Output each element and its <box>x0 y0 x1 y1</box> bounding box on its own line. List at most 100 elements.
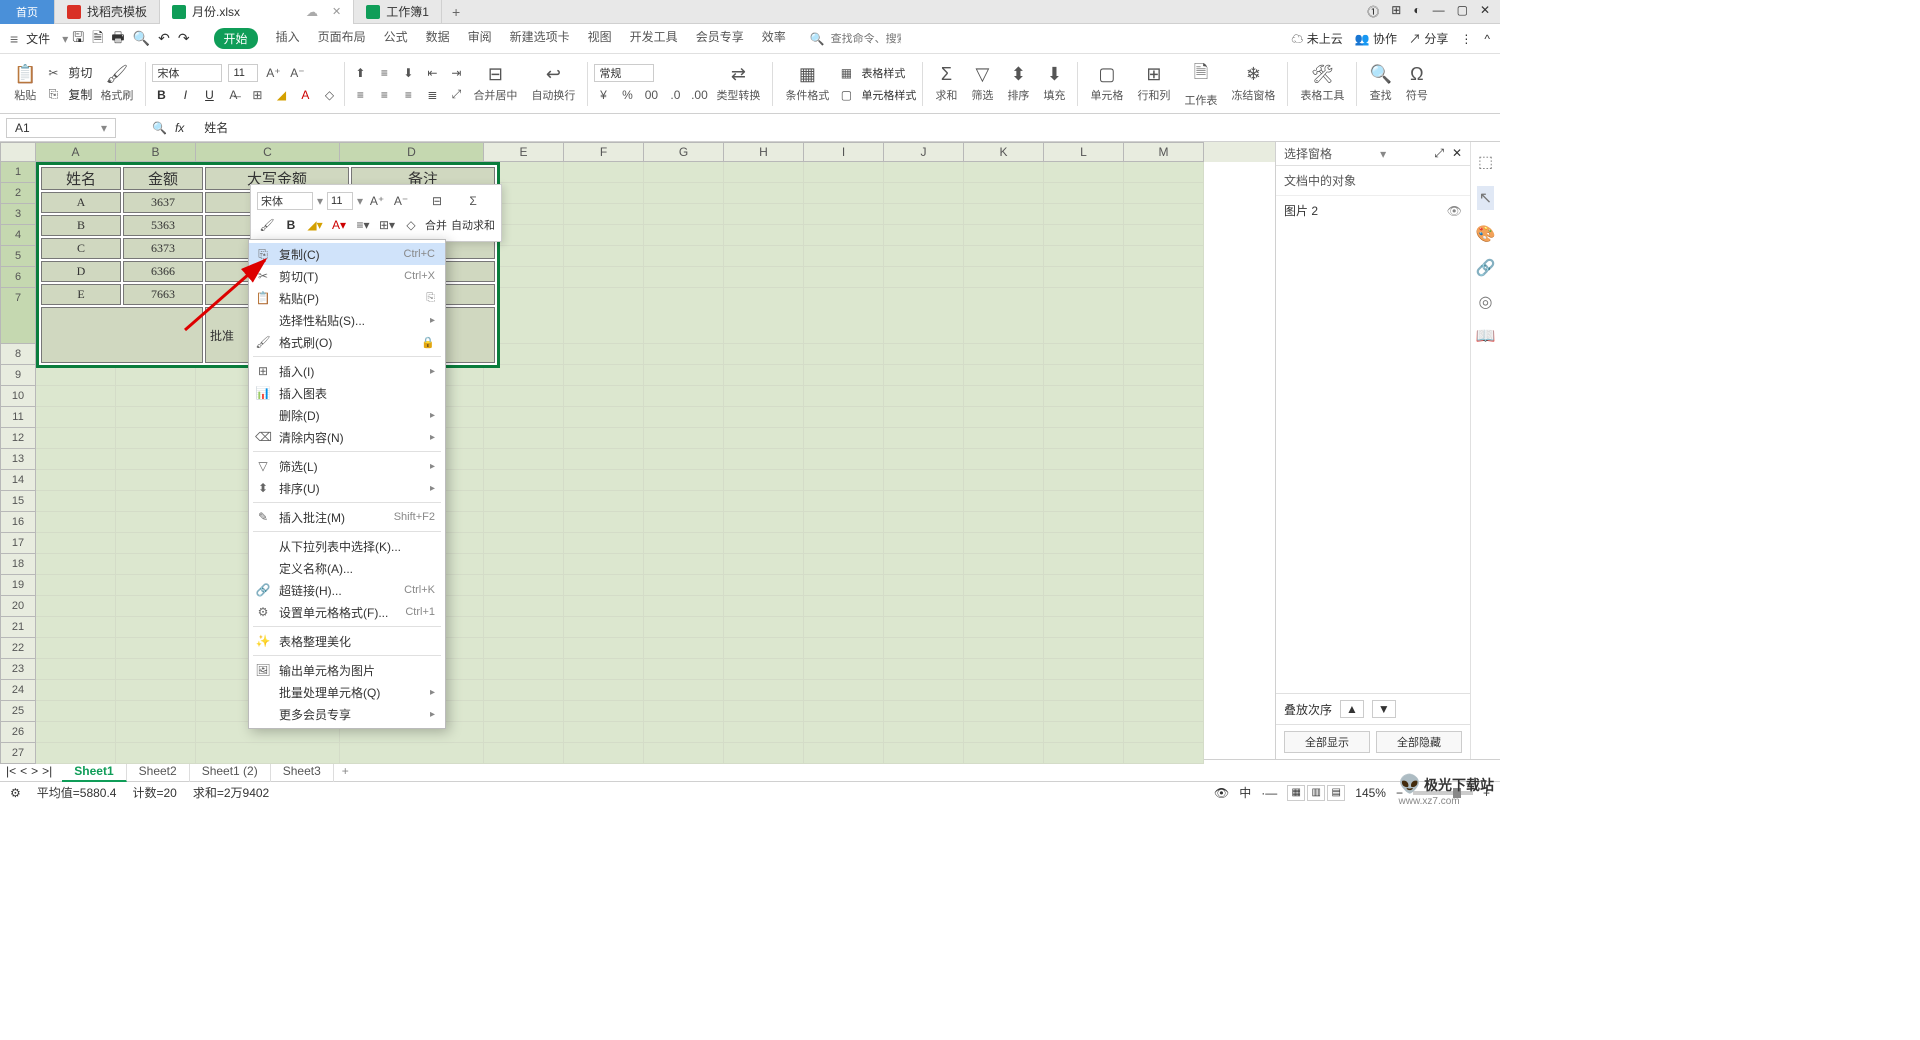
cell[interactable] <box>724 743 804 764</box>
cell[interactable] <box>1044 204 1124 225</box>
cell[interactable] <box>964 204 1044 225</box>
cell[interactable] <box>564 701 644 722</box>
select-all-corner[interactable] <box>0 142 36 162</box>
cell[interactable] <box>1044 638 1124 659</box>
cell[interactable] <box>724 428 804 449</box>
rowscols-button[interactable]: ⊞行和列 <box>1131 58 1176 110</box>
cell[interactable] <box>804 575 884 596</box>
cell[interactable] <box>724 617 804 638</box>
ribbon-tab-dev[interactable]: 开发工具 <box>630 28 678 49</box>
col-header[interactable]: D <box>340 142 484 162</box>
font-select[interactable] <box>152 64 222 82</box>
cell[interactable] <box>564 680 644 701</box>
cell[interactable] <box>36 659 116 680</box>
cell[interactable] <box>804 246 884 267</box>
cell[interactable] <box>964 288 1044 344</box>
cell[interactable] <box>116 533 196 554</box>
cell[interactable] <box>1124 428 1204 449</box>
cell[interactable] <box>564 722 644 743</box>
cell[interactable] <box>564 428 644 449</box>
cell[interactable] <box>1044 267 1124 288</box>
cell[interactable] <box>724 491 804 512</box>
cell[interactable] <box>1124 596 1204 617</box>
cell[interactable] <box>644 512 724 533</box>
ribbon-tab-insert[interactable]: 插入 <box>276 28 300 49</box>
wrap-button[interactable]: ↩自动换行 <box>525 58 581 110</box>
row-header[interactable]: 18 <box>0 554 36 575</box>
cell[interactable] <box>964 365 1044 386</box>
cell[interactable] <box>1044 512 1124 533</box>
cell[interactable] <box>724 162 804 183</box>
ribbon-tab-start[interactable]: 开始 <box>214 28 258 49</box>
cell[interactable] <box>484 512 564 533</box>
cell[interactable] <box>804 743 884 764</box>
cell[interactable] <box>484 638 564 659</box>
cell[interactable] <box>1124 617 1204 638</box>
win-btn2[interactable]: ⊞ <box>1391 3 1401 20</box>
cell[interactable] <box>884 470 964 491</box>
ctx-粘贴(P)[interactable]: 📋粘贴(P)⎘ <box>249 287 445 309</box>
mini-sum-icon[interactable]: Σ <box>463 191 483 211</box>
cell[interactable] <box>724 575 804 596</box>
align-left-icon[interactable]: ≡ <box>351 86 369 104</box>
dec-inc-icon[interactable]: .0 <box>666 86 684 104</box>
cell[interactable] <box>964 344 1044 365</box>
cell[interactable] <box>644 617 724 638</box>
cell[interactable] <box>484 386 564 407</box>
ribbon-tab-custom[interactable]: 新建选项卡 <box>510 28 570 49</box>
cell[interactable] <box>884 596 964 617</box>
search-input[interactable] <box>831 33 901 45</box>
cell[interactable] <box>1044 722 1124 743</box>
cell[interactable] <box>964 246 1044 267</box>
cell[interactable] <box>1044 470 1124 491</box>
cell[interactable] <box>964 386 1044 407</box>
align-bot-icon[interactable]: ⬇ <box>399 64 417 82</box>
cell[interactable] <box>564 554 644 575</box>
side-book-icon[interactable]: 📖 <box>1476 326 1496 346</box>
cell[interactable] <box>804 365 884 386</box>
ctx-选择性粘贴(S)...[interactable]: 选择性粘贴(S)...▸ <box>249 309 445 331</box>
cell[interactable] <box>724 680 804 701</box>
cell[interactable] <box>36 743 116 764</box>
row-header[interactable]: 10 <box>0 386 36 407</box>
row-header[interactable]: 26 <box>0 722 36 743</box>
cell[interactable] <box>1044 344 1124 365</box>
spreadsheet-grid[interactable]: ABCDEFGHIJKLM 12345678910111213141516171… <box>0 142 1275 759</box>
bring-forward-icon[interactable]: ▲ <box>1340 700 1364 718</box>
cell[interactable] <box>644 491 724 512</box>
row-header[interactable]: 22 <box>0 638 36 659</box>
ribbon-tab-data[interactable]: 数据 <box>426 28 450 49</box>
cell[interactable] <box>644 267 724 288</box>
cell[interactable] <box>116 554 196 575</box>
col-header[interactable]: B <box>116 142 196 162</box>
cell[interactable] <box>724 407 804 428</box>
cell[interactable] <box>564 575 644 596</box>
cell[interactable] <box>1124 491 1204 512</box>
cell[interactable] <box>804 162 884 183</box>
cell[interactable] <box>1124 638 1204 659</box>
cell[interactable] <box>964 470 1044 491</box>
ctx-插入(I)[interactable]: ⊞插入(I)▸ <box>249 360 445 382</box>
cell[interactable] <box>484 575 564 596</box>
border-button[interactable]: ⊞ <box>248 86 266 104</box>
col-header[interactable]: J <box>884 142 964 162</box>
cell[interactable] <box>36 470 116 491</box>
ctx-表格整理美化[interactable]: ✨表格整理美化 <box>249 630 445 652</box>
visibility-icon[interactable]: 👁 <box>1447 204 1462 218</box>
cell[interactable] <box>644 470 724 491</box>
cell[interactable] <box>884 659 964 680</box>
cell[interactable] <box>644 428 724 449</box>
cell[interactable] <box>484 533 564 554</box>
cell[interactable] <box>1044 288 1124 344</box>
merge-button[interactable]: ⊟合并居中 <box>467 58 523 110</box>
cell[interactable] <box>644 449 724 470</box>
comma-icon[interactable]: 00 <box>642 86 660 104</box>
ribbon-tab-member[interactable]: 会员专享 <box>696 28 744 49</box>
win-btn3[interactable]: ◐ <box>1413 3 1420 20</box>
symbol-button[interactable]: Ω符号 <box>1400 58 1434 110</box>
cell[interactable] <box>804 183 884 204</box>
cell[interactable] <box>36 386 116 407</box>
command-search[interactable]: 🔍 <box>810 32 901 46</box>
mini-fillcolor-icon[interactable]: ◢▾ <box>305 215 325 235</box>
tab-add[interactable]: + <box>442 4 470 20</box>
